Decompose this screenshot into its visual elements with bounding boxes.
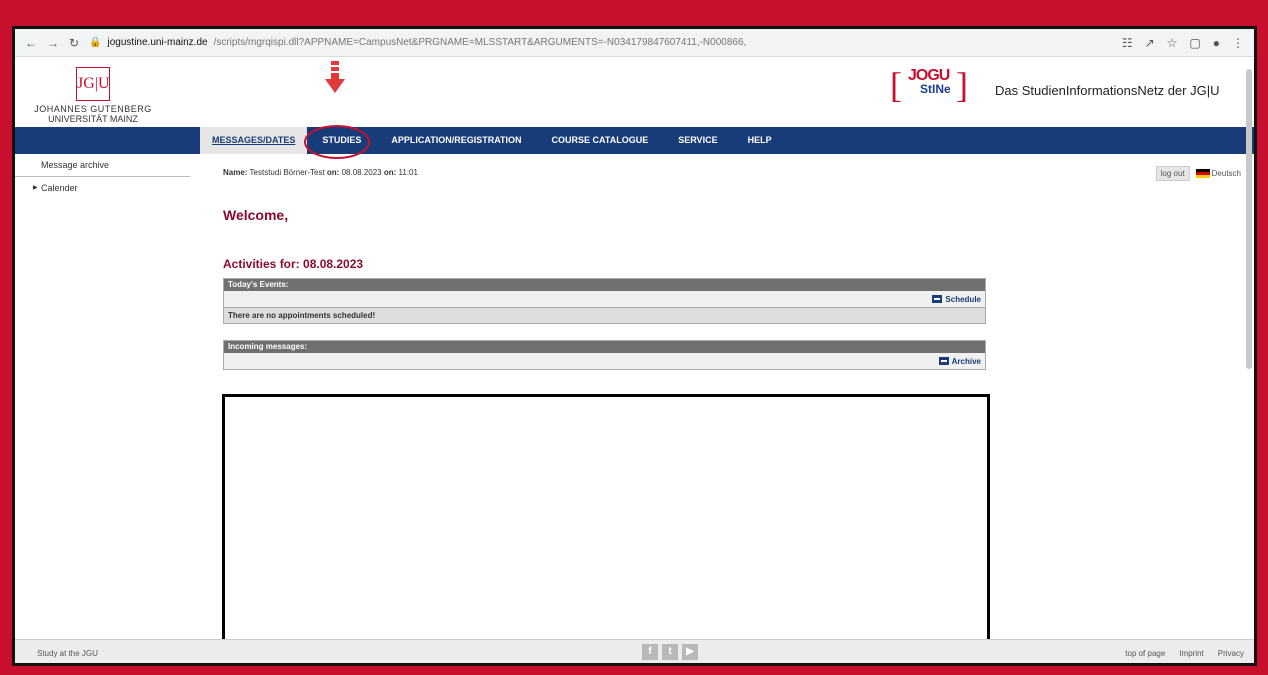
share-icon[interactable]: ↗ [1145, 36, 1155, 50]
sidebar-item-message-archive[interactable]: Message archive [15, 154, 190, 177]
youtube-icon[interactable]: ▶ [682, 644, 698, 660]
menu-icon[interactable]: ⋮ [1232, 36, 1244, 50]
schedule-row: Schedule [224, 291, 985, 307]
nav-studies[interactable]: STUDIES [307, 127, 376, 154]
url-path: /scripts/mgrqispi.dll?APPNAME=CampusNet&… [213, 37, 747, 48]
login-time: 11:01 [398, 168, 418, 177]
arrow-down-icon [325, 61, 345, 93]
redacted-messages-area [222, 394, 990, 663]
german-flag-icon [1195, 169, 1210, 179]
login-date: 08.08.2023 [341, 168, 382, 177]
profile-icon[interactable]: ● [1213, 36, 1220, 50]
name-label: Name: [223, 168, 248, 177]
sidepanel-icon[interactable]: ▢ [1189, 36, 1200, 50]
social-links: f t ▶ [642, 644, 698, 660]
events-panel: Today's Events: Schedule There are no ap… [223, 278, 986, 324]
sidebar: Message archive Calender [15, 154, 195, 639]
user-name: Teststudi Börner-Test [249, 168, 325, 177]
back-icon[interactable]: ← [25, 36, 37, 50]
imprint-link[interactable]: Imprint [1179, 649, 1203, 658]
main-nav: MESSAGES/DATES STUDIES APPLICATION/REGIS… [15, 125, 1254, 159]
account-links: log out Deutsch [1155, 166, 1241, 181]
schedule-icon[interactable] [932, 295, 943, 303]
schedule-link[interactable]: Schedule [945, 295, 981, 304]
archive-link[interactable]: Archive [952, 357, 981, 366]
nav-application-registration[interactable]: APPLICATION/REGISTRATION [376, 127, 536, 154]
stine-text: StINe [920, 82, 951, 96]
jogustine-logo[interactable]: [ JOGU StINe ] [890, 65, 970, 105]
scrollbar[interactable] [1246, 69, 1252, 369]
nav-service[interactable]: SERVICE [663, 127, 732, 154]
language-switch[interactable]: Deutsch [1195, 168, 1241, 179]
on-label-2: on: [383, 168, 397, 177]
logo-line2: UNIVERSITÄT MAINZ [48, 114, 138, 124]
archive-icon[interactable] [938, 357, 949, 365]
jgu-logo[interactable]: JG|U JOHANNES GUTENBERG UNIVERSITÄT MAIN… [33, 67, 153, 124]
messages-header: Incoming messages: [224, 341, 985, 353]
twitter-icon[interactable]: t [662, 644, 678, 660]
site-header: JG|U JOHANNES GUTENBERG UNIVERSITÄT MAIN… [15, 57, 1254, 127]
browser-toolbar: ← → ↻ 🔒 jogustine.uni-mainz.de/scripts/m… [15, 29, 1254, 57]
translate-icon[interactable]: ☷ [1122, 36, 1133, 50]
main-content: Name: Teststudi Börner-Test on: 08.08.20… [205, 154, 1254, 663]
welcome-heading: Welcome, [223, 207, 289, 223]
nav-help[interactable]: HELP [733, 127, 787, 154]
no-appointments-text: There are no appointments scheduled! [224, 307, 985, 323]
user-info: Name: Teststudi Börner-Test on: 08.08.20… [223, 168, 418, 177]
forward-icon[interactable]: → [47, 36, 59, 50]
nav-messages-dates[interactable]: MESSAGES/DATES [200, 127, 308, 154]
url-domain: jogustine.uni-mainz.de [107, 37, 208, 48]
top-of-page-link[interactable]: top of page [1125, 649, 1165, 658]
sidebar-item-calender[interactable]: Calender [15, 177, 195, 199]
address-bar[interactable]: 🔒 jogustine.uni-mainz.de/scripts/mgrqisp… [89, 37, 1122, 48]
logo-line1: JOHANNES GUTENBERG [34, 104, 152, 114]
nav-course-catalogue[interactable]: COURSE CATALOGUE [537, 127, 664, 154]
reload-icon[interactable]: ↻ [69, 36, 79, 50]
facebook-icon[interactable]: f [642, 644, 658, 660]
on-label-1: on: [326, 168, 340, 177]
star-icon[interactable]: ☆ [1167, 36, 1178, 50]
logout-button[interactable]: log out [1155, 166, 1190, 181]
privacy-link[interactable]: Privacy [1218, 649, 1244, 658]
logo-mark: JG|U [76, 67, 110, 101]
site-footer: Study at the JGU f t ▶ top of page Impri… [15, 639, 1254, 663]
screenshot-frame: ← → ↻ 🔒 jogustine.uni-mainz.de/scripts/m… [12, 26, 1257, 666]
messages-panel: Incoming messages: Archive [223, 340, 986, 370]
study-link[interactable]: Study at the JGU [37, 649, 98, 658]
language-label: Deutsch [1211, 168, 1241, 178]
lock-icon: 🔒 [89, 37, 102, 48]
events-header: Today's Events: [224, 279, 985, 291]
archive-row: Archive [224, 353, 985, 369]
activities-heading: Activities for: 08.08.2023 [223, 257, 364, 271]
site-tagline: Das StudienInformationsNetz der JG|U [995, 83, 1220, 98]
